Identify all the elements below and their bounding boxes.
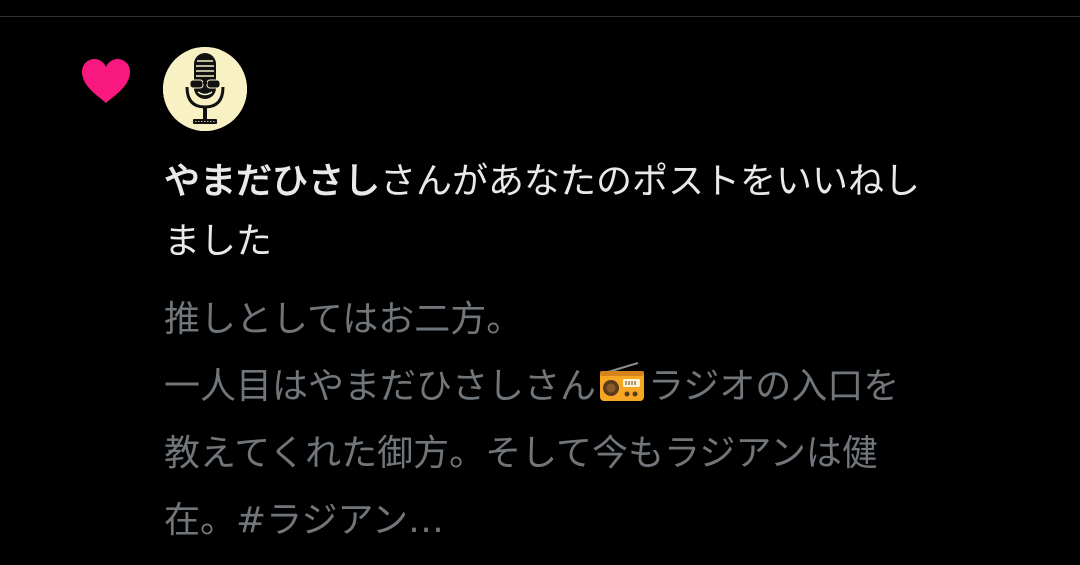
post-text-segment: ラジオの入口を: [648, 366, 900, 407]
heart-icon: [82, 59, 130, 103]
user-name-link[interactable]: やまだひさし: [164, 161, 380, 202]
post-text-segment: 一人目はやまだひさしさん: [164, 366, 597, 407]
action-text-line2: ました: [164, 221, 273, 262]
top-divider: [0, 16, 1080, 17]
action-text-line1: さんがあなたのポストをいいねし: [380, 161, 921, 202]
liked-post-preview[interactable]: 推しとしてはお二方。 一人目はやまだひさしさん ラジオの入口を 教えてくれた御方…: [164, 286, 1054, 554]
post-text-line: 在。#ラジアン…: [164, 500, 445, 541]
microphone-avatar-icon: [163, 47, 247, 131]
post-text-line: 推しとしてはお二方。: [164, 299, 523, 340]
radio-icon: [600, 362, 645, 401]
post-text-line: 一人目はやまだひさしさん ラジオの入口を: [164, 353, 1054, 420]
post-text-line: 教えてくれた御方。そして今もラジアンは健: [164, 433, 878, 474]
user-avatar[interactable]: [163, 47, 247, 131]
notification-text: やまだひさしさんがあなたのポストをいいねし ました: [164, 152, 1054, 272]
